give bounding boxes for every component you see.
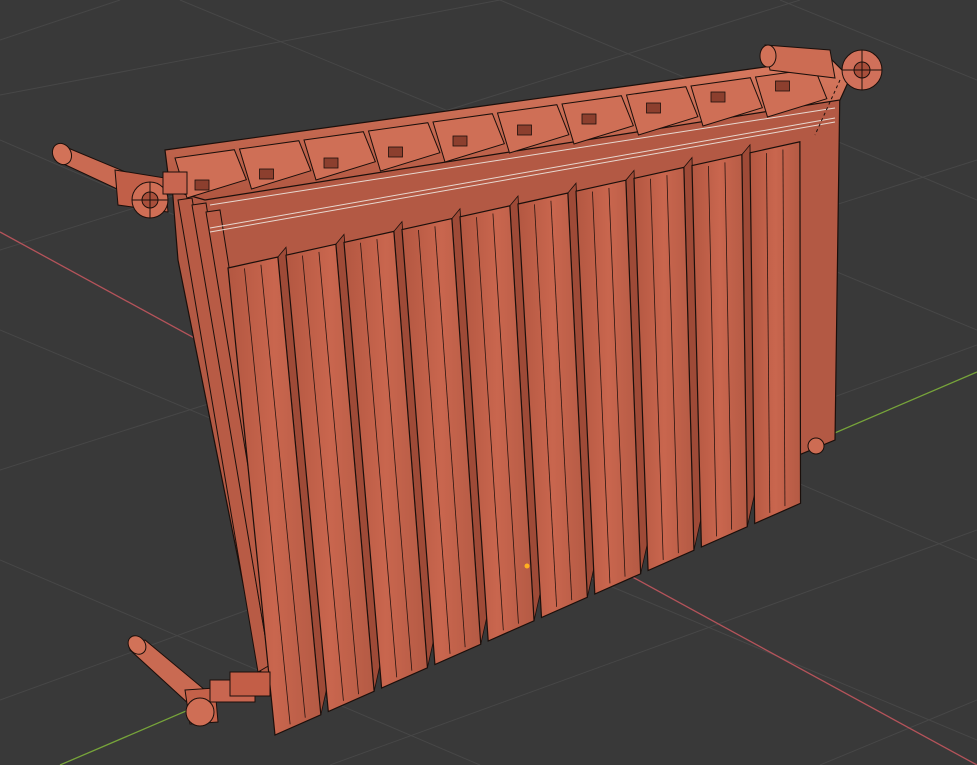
radiator-section-notch	[646, 102, 661, 114]
radiator-fin[interactable]	[691, 153, 748, 548]
bottom-pipe-left[interactable]	[124, 632, 271, 727]
radiator-section-notch	[517, 124, 532, 136]
bottom-plug-right[interactable]	[807, 437, 825, 455]
plug-right-bottom-icon[interactable]	[807, 437, 825, 455]
active-vertex	[524, 563, 530, 569]
radiator-section-notch	[452, 135, 468, 147]
viewport-canvas[interactable]	[0, 0, 977, 765]
radiator-section-notch	[581, 113, 597, 125]
radiator-section-notch	[710, 91, 726, 103]
radiator-section-notch	[194, 179, 210, 191]
3d-viewport[interactable]	[0, 0, 977, 765]
radiator-fin[interactable]	[749, 141, 802, 525]
radiator-section-notch	[323, 157, 339, 169]
radiator-section-notch	[259, 168, 274, 180]
radiator-section-notch	[388, 146, 403, 158]
radiator-section-notch	[775, 80, 790, 92]
